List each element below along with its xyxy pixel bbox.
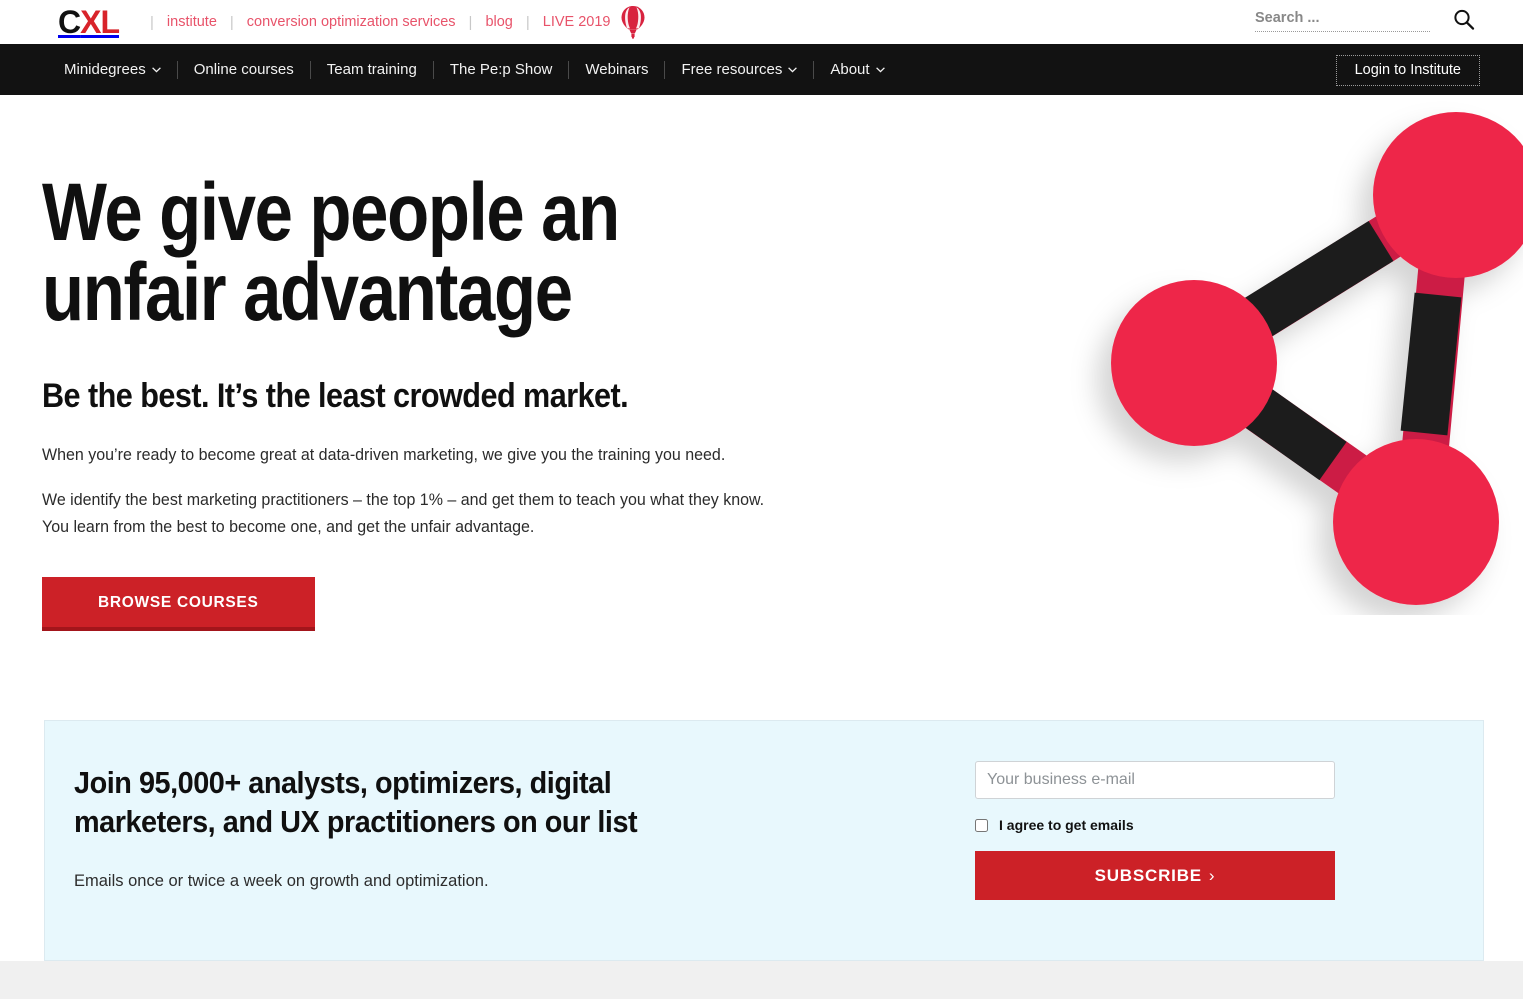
hero-copy: We give people an unfair advantage Be th… (42, 167, 872, 631)
search-area (1255, 6, 1475, 32)
top-utility-bar: C XL | institute | conversion optimizatio… (0, 0, 1523, 44)
logo-letter-c: C (58, 4, 81, 40)
newsletter-title: Join 95,000+ analysts, optimizers, digit… (74, 765, 638, 840)
nav-label: The Pe:p Show (449, 61, 553, 78)
chevron-down-icon (151, 60, 161, 77)
top-link-divider: | (229, 13, 234, 31)
chevron-down-icon (788, 60, 798, 77)
browse-courses-button[interactable]: BROWSE COURSES (42, 576, 315, 631)
top-links: | institute | conversion optimization se… (137, 5, 646, 39)
subscribe-label: SUBSCRIBE (1094, 866, 1202, 885)
search-input[interactable] (1255, 6, 1430, 32)
top-link-live-2019[interactable]: LIVE 2019 (543, 14, 611, 30)
login-to-institute-button[interactable]: Login to Institute (1335, 55, 1480, 86)
nav-item-minidegrees[interactable]: Minidegrees (48, 44, 177, 95)
agree-label[interactable]: I agree to get emails (999, 817, 1134, 833)
top-link-divider: | (525, 13, 530, 31)
nav-item-webinars[interactable]: Webinars (569, 44, 664, 95)
agree-checkbox[interactable] (975, 818, 988, 832)
main-navigation: Minidegrees Online courses Team training… (0, 44, 1523, 95)
chevron-right-icon: › (1208, 866, 1216, 885)
newsletter-form: I agree to get emails SUBSCRIBE › (975, 721, 1340, 960)
nav-label: Team training (326, 61, 417, 78)
email-field[interactable] (975, 761, 1335, 799)
nav-label: Online courses (193, 61, 294, 78)
search-icon[interactable] (1452, 8, 1475, 31)
newsletter-area: Join 95,000+ analysts, optimizers, digit… (0, 720, 1523, 999)
newsletter-panel: Join 95,000+ analysts, optimizers, digit… (44, 720, 1484, 961)
nav-item-about[interactable]: About (814, 44, 900, 95)
nav-item-the-pep-show[interactable]: The Pe:p Show (434, 44, 569, 95)
nav-items: Minidegrees Online courses Team training… (48, 44, 901, 95)
hero-paragraph-2: We identify the best marketing practitio… (42, 491, 765, 537)
hero-subheadline: Be the best. It’s the least crowded mark… (42, 376, 629, 415)
nav-label: Minidegrees (64, 61, 146, 78)
nav-item-free-resources[interactable]: Free resources (665, 44, 813, 95)
nav-label: About (830, 61, 870, 78)
agree-row: I agree to get emails (975, 817, 1340, 833)
footer-band (0, 961, 1523, 999)
top-link-institute[interactable]: institute (167, 14, 217, 30)
site-logo[interactable]: C XL (58, 4, 120, 40)
hero-section: We give people an unfair advantage Be th… (0, 95, 1523, 720)
nav-label: Webinars (585, 61, 649, 78)
newsletter-subtitle: Emails once or twice a week on growth an… (74, 871, 489, 890)
newsletter-section: Join 95,000+ analysts, optimizers, digit… (0, 720, 1523, 999)
top-link-divider: | (150, 13, 154, 31)
top-link-divider: | (468, 13, 473, 31)
page-title: We give people an unfair advantage (42, 167, 620, 339)
nav-item-team-training[interactable]: Team training (311, 44, 433, 95)
page-root: C XL | institute | conversion optimizatio… (0, 0, 1523, 1004)
chevron-down-icon (875, 60, 885, 77)
hot-air-balloon-icon (620, 5, 646, 39)
logo-letters-xl: XL (80, 4, 120, 40)
top-link-conversion-optimization-services[interactable]: conversion optimization services (247, 14, 456, 30)
hero-paragraph-1: When you’re ready to become great at dat… (42, 445, 726, 464)
molecule-network-graphic (1061, 95, 1523, 615)
nav-item-online-courses[interactable]: Online courses (178, 44, 310, 95)
newsletter-copy: Join 95,000+ analysts, optimizers, digit… (45, 721, 975, 960)
subscribe-button[interactable]: SUBSCRIBE › (975, 851, 1335, 900)
top-link-blog[interactable]: blog (485, 14, 512, 30)
nav-label: Free resources (681, 61, 783, 78)
